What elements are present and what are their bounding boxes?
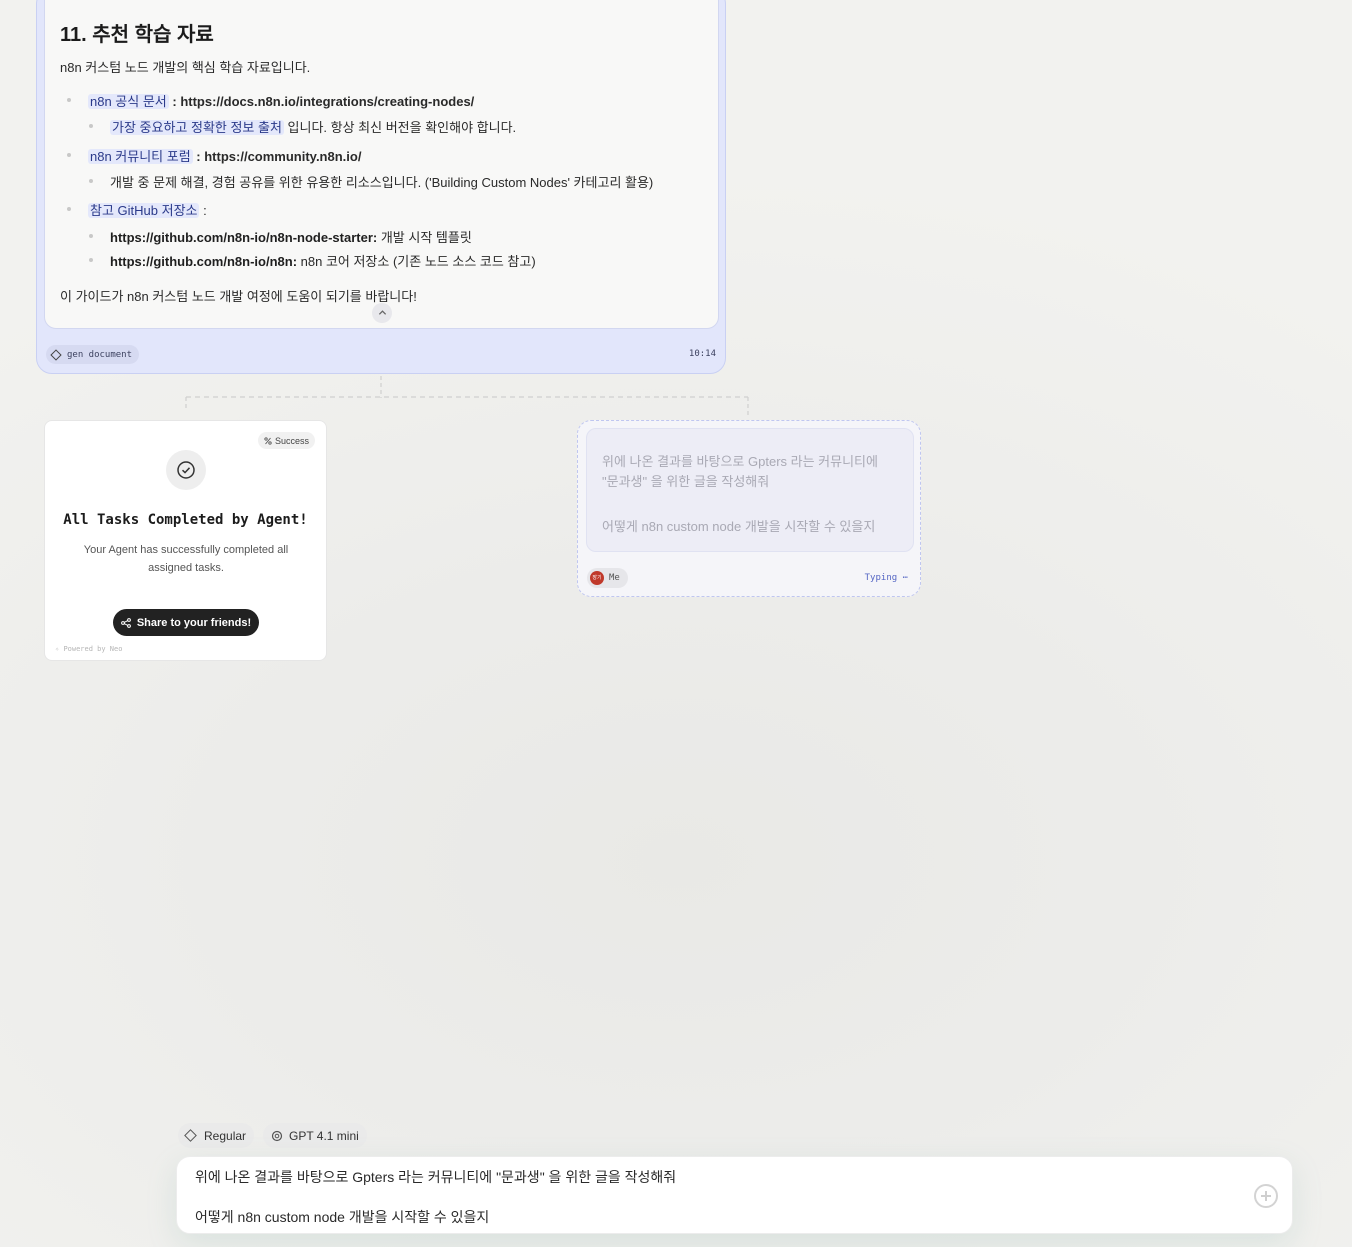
- pending-message-line: 어떻게 n8n custom node 개발을 시작할 수 있을지: [602, 519, 876, 534]
- powered-by-label: Powered by Neo: [63, 645, 123, 653]
- avatar: 장기: [590, 571, 604, 585]
- share-button-label: Share to your friends!: [136, 616, 252, 629]
- status-badge-label: Success: [274, 435, 309, 446]
- success-card: Success All Tasks Completed by Agent! Yo…: [44, 420, 327, 661]
- document-card: 11. 추천 학습 자료 n8n 커스텀 노드 개발의 핵심 학습 자료입니다.…: [44, 0, 719, 329]
- subitem-text: n8n 코어 저장소 (기존 노드 소스 코드 참고): [297, 254, 536, 269]
- model-label: GPT 4.1 mini: [289, 1128, 359, 1143]
- subitem-text: 개발 시작 템플릿: [377, 230, 472, 245]
- author-tag: 장기 Me: [587, 568, 628, 588]
- list-subitem: https://github.com/n8n-io/n8n-node-start…: [89, 227, 472, 246]
- plus-circle-icon: [1261, 1191, 1271, 1201]
- success-title: All Tasks Completed by Agent!: [63, 512, 308, 528]
- share-button[interactable]: Share to your friends!: [113, 609, 259, 636]
- openai-icon: [271, 1130, 283, 1141]
- composer-text-line[interactable]: 위에 나온 결과를 바탕으로 Gpters 라는 커뮤니티에 "문과생" 을 위…: [195, 1167, 676, 1187]
- highlight-label: n8n 공식 문서: [88, 94, 169, 109]
- node-type-label: gen document: [67, 349, 133, 360]
- collapse-button[interactable]: [372, 303, 392, 323]
- forum-link[interactable]: : https://community.n8n.io/: [193, 149, 361, 164]
- node-type-tag: gen document: [46, 345, 140, 364]
- status-badge: Success: [257, 432, 315, 449]
- pending-message-line: "문과생" 을 위한 글을 작성해줘: [602, 474, 770, 489]
- powered-by: ✧ Powered by Neo: [55, 645, 123, 653]
- mode-label: Regular: [204, 1128, 247, 1143]
- list-item: n8n 커뮤니티 포럼 : https://community.n8n.io/: [66, 146, 361, 165]
- model-selector[interactable]: GPT 4.1 mini: [263, 1123, 367, 1148]
- closing-text: 이 가이드가 n8n 커스텀 노드 개발 여정에 도움이 되기를 바랍니다!: [60, 289, 417, 304]
- subitem-text: 입니다. 항상 최신 버전을 확인해야 합니다.: [283, 120, 517, 135]
- check-circle-icon: [177, 461, 195, 479]
- pending-message-card: 위에 나온 결과를 바탕으로 Gpters 라는 커뮤니티에 "문과생" 을 위…: [586, 428, 914, 552]
- percent-icon: [264, 436, 272, 445]
- composer-text-line[interactable]: 어떻게 n8n custom node 개발을 시작할 수 있을지: [195, 1207, 489, 1227]
- pending-message-node[interactable]: 위에 나온 결과를 바탕으로 Gpters 라는 커뮤니티에 "문과생" 을 위…: [577, 420, 921, 597]
- repo-link[interactable]: https://github.com/n8n-io/n8n:: [110, 254, 297, 269]
- section-heading: 11. 추천 학습 자료: [60, 24, 214, 46]
- document-node[interactable]: 11. 추천 학습 자료 n8n 커스텀 노드 개발의 핵심 학습 자료입니다.…: [36, 0, 726, 374]
- diamond-icon: [50, 348, 62, 361]
- list-item-text: :: [199, 203, 207, 218]
- docs-link[interactable]: : https://docs.n8n.io/integrations/creat…: [169, 94, 474, 109]
- list-item: n8n 공식 문서 : https://docs.n8n.io/integrat…: [66, 91, 474, 110]
- list-subitem: 개발 중 문제 해결, 경험 공유를 위한 유용한 리소스입니다. ('Buil…: [88, 172, 654, 191]
- share-icon: [120, 617, 131, 628]
- timestamp: 10:14: [688, 349, 716, 359]
- author-label: Me: [609, 573, 620, 583]
- list-subitem: 가장 중요하고 정확한 정보 출처 입니다. 항상 최신 버전을 확인해야 합니…: [88, 117, 517, 136]
- pending-message-line: 위에 나온 결과를 바탕으로 Gpters 라는 커뮤니티에: [602, 454, 878, 469]
- success-description: Your Agent has successfully completed al…: [83, 544, 289, 574]
- list-item: 참고 GitHub 저장소 :: [67, 200, 207, 219]
- highlight-label: 참고 GitHub 저장소: [88, 203, 200, 218]
- highlight-text: 가장 중요하고 정확한 정보 출처: [110, 120, 284, 135]
- highlight-label: n8n 커뮤니티 포럼: [88, 149, 193, 164]
- chevron-up-icon: [378, 310, 386, 315]
- add-button[interactable]: [1254, 1184, 1278, 1208]
- diamond-icon: [184, 1129, 197, 1142]
- subitem-text: 개발 중 문제 해결, 경험 공유를 위한 유용한 리소스입니다. ('Buil…: [110, 175, 654, 190]
- mode-selector[interactable]: Regular: [178, 1123, 255, 1148]
- list-subitem: https://github.com/n8n-io/n8n: n8n 코어 저장…: [89, 251, 536, 270]
- section-intro: n8n 커스텀 노드 개발의 핵심 학습 자료입니다.: [60, 60, 311, 75]
- typing-indicator: Typing ⋯: [864, 573, 908, 583]
- check-circle: [166, 450, 206, 490]
- message-composer[interactable]: 위에 나온 결과를 바탕으로 Gpters 라는 커뮤니티에 "문과생" 을 위…: [176, 1156, 1293, 1234]
- repo-link[interactable]: https://github.com/n8n-io/n8n-node-start…: [110, 230, 377, 245]
